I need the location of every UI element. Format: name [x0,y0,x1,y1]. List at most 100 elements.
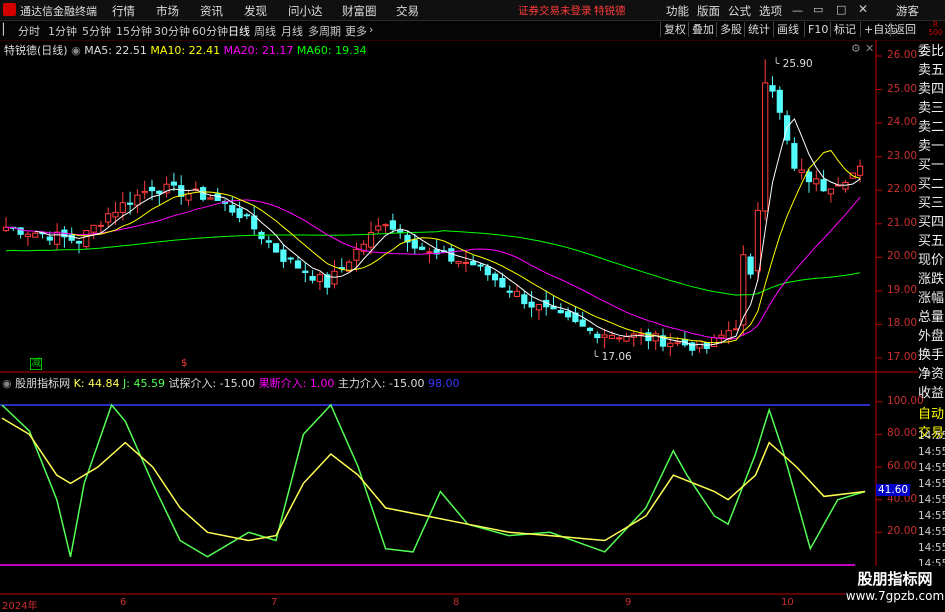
candle-body [535,304,542,311]
menu-discover[interactable]: 发现 [244,3,267,19]
side-turnover[interactable]: 换手 [918,346,945,365]
settings-icon[interactable]: ⚙ [851,42,861,55]
candle-body [141,190,148,194]
side-sell5[interactable]: 卖五 [918,61,945,80]
btn-back[interactable]: 返回 [890,22,919,37]
close-icon[interactable]: ✕ [858,2,868,16]
ma5-line [35,117,861,346]
candle-body [419,246,426,250]
menu-layout[interactable]: 版面 [697,3,720,19]
tab-monthly[interactable]: 月线 [281,23,303,39]
btn-stats[interactable]: 统计 [744,22,773,37]
time-label: 14:55 [918,510,945,522]
menu-hq[interactable]: 行情 [112,3,135,19]
side-change[interactable]: 涨跌 [918,270,945,289]
menu-news[interactable]: 资讯 [200,3,223,19]
chevron-right-icon[interactable]: › [369,23,373,36]
candle-body [455,260,462,264]
tab-15min[interactable]: 15分钟 [116,23,152,39]
tab-weekly[interactable]: 周线 [254,23,276,39]
side-sell3[interactable]: 卖三 [918,99,945,118]
date-label-7: 7 [271,597,278,608]
side-auto[interactable]: 自动 [918,405,945,424]
candle-body [470,260,477,266]
minimize-icon[interactable]: — [792,4,803,17]
guest-label[interactable]: 游客 [896,3,919,19]
side-price[interactable]: 现价 [918,251,945,270]
period-toolbar: ▏ 分时 1分钟 5分钟 15分钟 30分钟 60分钟 日线 周线 月线 多周期… [0,21,945,41]
candle-body [499,278,506,288]
alert-stock[interactable]: 特锐德 [594,3,626,18]
menu-xiaoda[interactable]: 问小达 [288,3,323,19]
maximize-icon[interactable]: □ [836,3,846,16]
chart-area [0,40,918,595]
tab-1min[interactable]: 1分钟 [48,23,77,39]
candle-body [732,328,740,331]
tab-minute[interactable]: 分时 [18,23,40,39]
candle-body [798,169,805,173]
tab-5min[interactable]: 5分钟 [82,23,111,39]
decisive-entry-label: 果断介入: 1.00 [258,377,335,390]
tab-60min[interactable]: 60分钟 [192,23,228,39]
side-buy4[interactable]: 买四 [918,213,945,232]
candle-body [397,230,404,233]
high-price-label: ╰ 25.90 [773,58,813,70]
candle-body [528,301,535,308]
login-alert[interactable]: 证券交易未登录 [518,3,592,18]
side-volume[interactable]: 总量 [918,308,945,327]
price-tick-label: 26.00 [887,49,918,61]
side-buy5[interactable]: 买五 [918,232,945,251]
btn-mark[interactable]: 标记 [830,22,859,37]
restore-icon[interactable]: ▭ [813,3,823,16]
side-sell2[interactable]: 卖二 [918,118,945,137]
menu-trade[interactable]: 交易 [396,3,419,19]
btn-overlay[interactable]: 叠加 [688,22,717,37]
candle-body [791,143,798,169]
candle-body [586,327,594,332]
menu-options[interactable]: 选项 [759,3,782,19]
btn-draw[interactable]: 画线 [773,22,802,37]
side-eps[interactable]: 收益 [918,384,945,403]
app-title: 通达信金融终端 [20,5,97,18]
side-sell1[interactable]: 卖一 [918,137,945,156]
tab-multi-period[interactable]: 多周期 [308,23,341,39]
tab-daily[interactable]: 日线 [228,23,250,39]
osc-name[interactable]: 股朋指标网 [15,377,70,390]
side-outer[interactable]: 外盘 [918,327,945,346]
side-change-pct[interactable]: 涨幅 [918,289,945,308]
candle-body [513,290,521,297]
side-net-asset[interactable]: 净资 [918,365,945,384]
candle-body [426,251,433,254]
side-buy3[interactable]: 买三 [918,194,945,213]
tab-30min[interactable]: 30分钟 [154,23,190,39]
tab-more[interactable]: 更多 [345,23,367,39]
watermark-title: 股朋指标网 [857,570,933,588]
candle-body [623,336,630,342]
side-buy1[interactable]: 买一 [918,156,945,175]
menu-market[interactable]: 市场 [156,3,179,19]
candle-body [827,188,834,195]
menu-wealth[interactable]: 财富圈 [342,3,377,19]
menu-formula[interactable]: 公式 [728,3,751,19]
menu-function[interactable]: 功能 [666,3,689,19]
candle-body [667,342,674,348]
btn-fuquan[interactable]: 复权 [660,22,689,37]
candle-body [769,85,776,92]
candle-body [148,186,156,192]
collapse-icon[interactable]: ▏ [3,23,11,36]
side-buy2[interactable]: 买二 [918,175,945,194]
btn-f10[interactable]: F10 [804,22,831,37]
time-label: 14:55 [918,446,945,458]
side-weibi[interactable]: 委比 [918,42,945,61]
candle-body [119,202,126,213]
osc-tick-label: 20.00 [887,525,918,538]
candle-body [616,337,623,340]
btn-multi-stock[interactable]: 多股 [716,22,745,37]
side-sell4[interactable]: 卖四 [918,80,945,99]
candle-body [762,82,769,212]
candle-body [776,89,783,113]
candle-body [521,294,528,305]
legend-dot-icon: ◉ [71,44,81,57]
candle-body [353,248,360,261]
close-panel-icon[interactable]: ✕ [865,42,874,55]
